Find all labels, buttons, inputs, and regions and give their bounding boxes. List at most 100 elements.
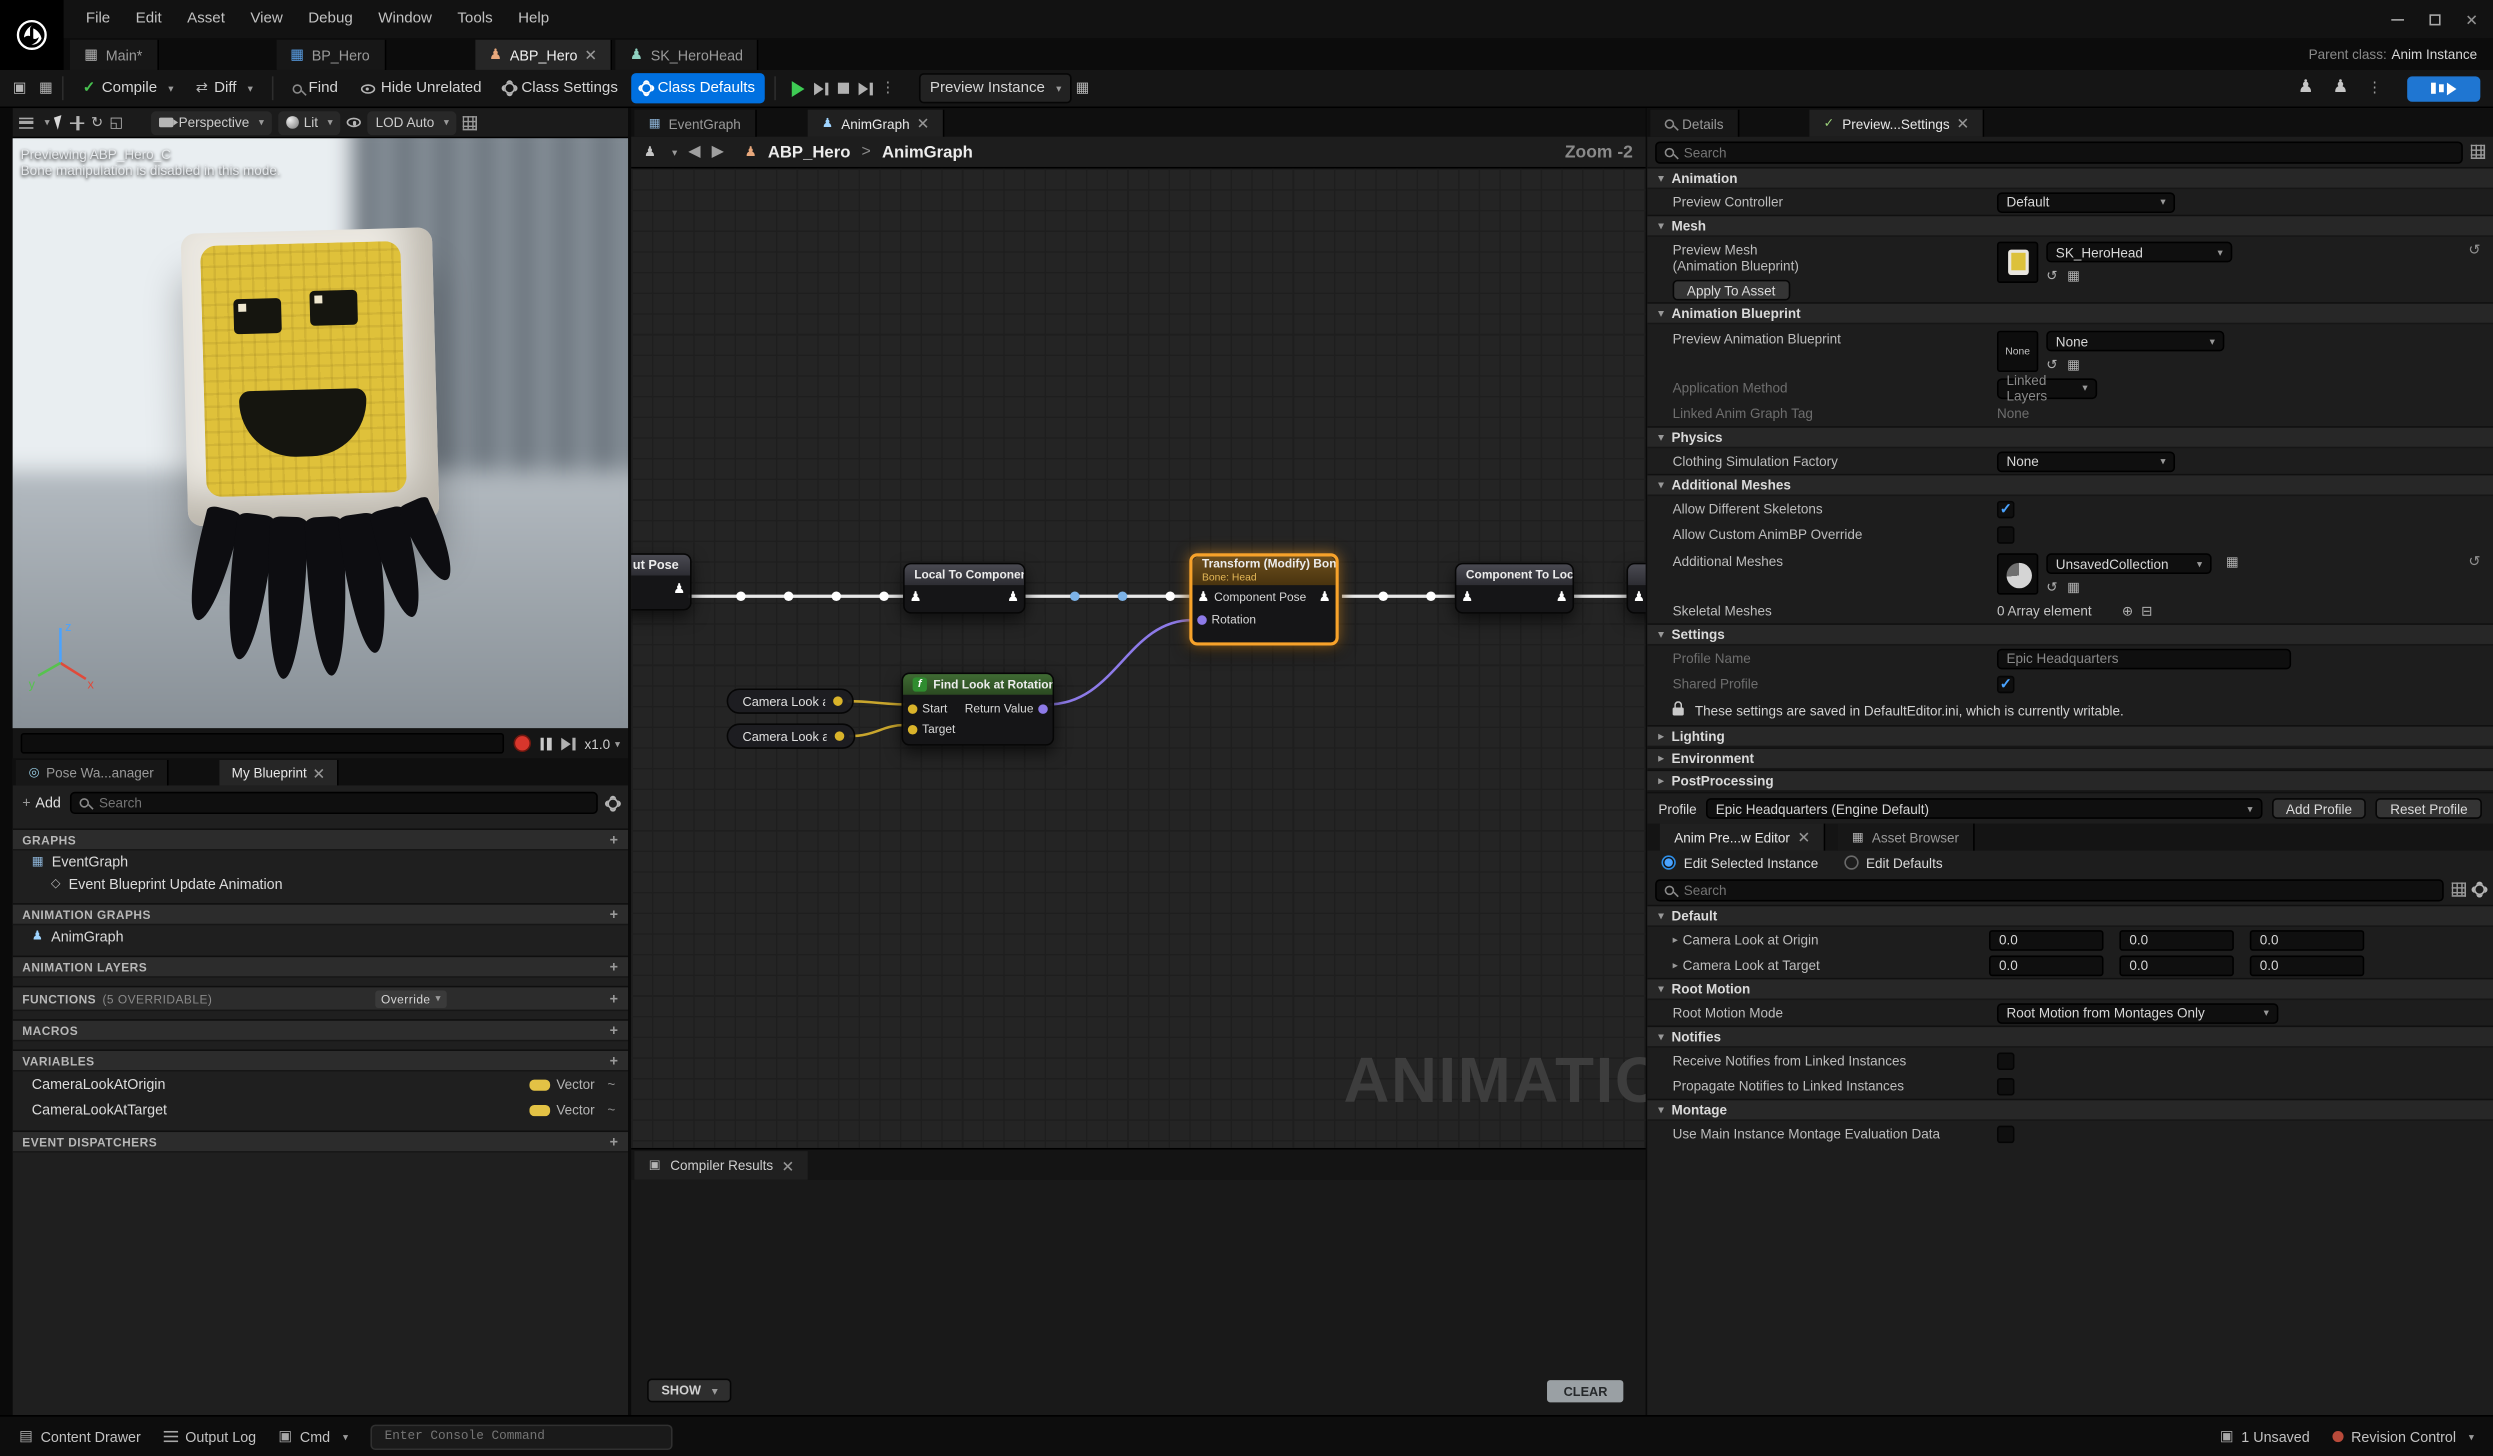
variable-row[interactable]: CameraLookAtTarget Vector ~ bbox=[13, 1097, 628, 1122]
allow-different-skeletons-checkbox[interactable]: ✓ bbox=[1997, 501, 2014, 518]
cmd-dropdown[interactable]: ▣ Cmd▾ bbox=[278, 1429, 348, 1445]
expand-icon[interactable]: ▸ bbox=[1673, 934, 1678, 947]
menu-edit[interactable]: Edit bbox=[123, 0, 174, 38]
node-find-look-at-rotation[interactable]: f Find Look at Rotation Start Target Ret… bbox=[902, 673, 1055, 746]
section-event-dispatchers[interactable]: EVENT DISPATCHERS + bbox=[13, 1130, 628, 1152]
section-animation[interactable]: ▾Animation bbox=[1647, 167, 2493, 189]
vector-output-pin[interactable] bbox=[833, 696, 843, 706]
use-main-montage-checkbox[interactable]: ✓ bbox=[1997, 1125, 2014, 1142]
target-pin[interactable]: Target bbox=[908, 722, 955, 736]
use-selected-icon[interactable]: ↺ bbox=[2046, 267, 2057, 284]
section-macros[interactable]: MACROS + bbox=[13, 1019, 628, 1041]
receive-notifies-checkbox[interactable]: ✓ bbox=[1997, 1052, 2014, 1069]
tab-eventgraph[interactable]: ▦ EventGraph bbox=[634, 110, 756, 137]
skeleton-icon[interactable]: ♟ bbox=[2333, 79, 2349, 96]
variable-row[interactable]: CameraLookAtOrigin Vector ~ bbox=[13, 1072, 628, 1097]
filter-gear-icon[interactable] bbox=[607, 797, 618, 808]
node-output-pose-clipped[interactable]: ♟ bbox=[1627, 563, 1646, 614]
preview-mesh-dropdown[interactable]: SK_HeroHead▾ bbox=[2046, 242, 2232, 263]
debug-object-icon[interactable]: ▦ bbox=[1076, 81, 1090, 95]
graph-canvas[interactable]: ANIMATION ut Pose ♟ bbox=[631, 169, 1645, 1148]
class-settings-button[interactable]: Class Settings bbox=[494, 73, 627, 103]
close-window-icon[interactable] bbox=[2466, 14, 2477, 25]
section-animation-blueprint[interactable]: ▾Animation Blueprint bbox=[1647, 303, 2493, 325]
section-animation-layers[interactable]: ANIMATION LAYERS + bbox=[13, 956, 628, 978]
section-root-motion[interactable]: ▾Root Motion bbox=[1647, 978, 2493, 1000]
content-drawer-button[interactable]: ▤ Content Drawer bbox=[19, 1429, 141, 1445]
menu-help[interactable]: Help bbox=[505, 0, 562, 38]
add-array-element-icon[interactable]: ⊕ bbox=[2122, 602, 2133, 619]
instance-editable-icon[interactable]: ~ bbox=[607, 1102, 615, 1118]
add-macro-icon[interactable]: + bbox=[610, 1022, 619, 1038]
pose-input-pin[interactable]: ♟ bbox=[1461, 590, 1473, 604]
minimize-icon[interactable] bbox=[2391, 18, 2404, 20]
section-settings[interactable]: ▾Settings bbox=[1647, 624, 2493, 646]
origin-x-field[interactable]: 0.0 bbox=[1989, 930, 2103, 951]
tab-abp-hero[interactable]: ♟ ABP_Hero bbox=[475, 40, 613, 70]
additional-meshes-dropdown[interactable]: UnsavedCollection▾ bbox=[2046, 554, 2211, 575]
tab-compiler-results[interactable]: ▣ Compiler Results bbox=[634, 1151, 808, 1180]
menu-asset[interactable]: Asset bbox=[174, 0, 237, 38]
debug-filter-icon[interactable]: ♟ bbox=[644, 145, 656, 159]
preview-controller-dropdown[interactable]: Default▾ bbox=[1997, 192, 2175, 213]
search-input[interactable] bbox=[1681, 881, 2435, 900]
tab-details[interactable]: Details bbox=[1650, 110, 1739, 137]
breadcrumb-current[interactable]: AnimGraph bbox=[882, 142, 973, 161]
preview-ab-thumbnail[interactable]: None bbox=[1997, 331, 2038, 372]
reset-to-default-icon[interactable]: ↺ bbox=[2468, 554, 2480, 571]
compile-button[interactable]: ✓ Compile▾ bbox=[73, 73, 183, 103]
settings-gear-icon[interactable] bbox=[2474, 885, 2485, 896]
back-icon[interactable]: ◀ bbox=[688, 143, 700, 160]
node-local-to-component[interactable]: Local To Component ♟ ♟ bbox=[903, 563, 1025, 614]
section-environment[interactable]: ▸Environment bbox=[1647, 748, 2493, 770]
search-input[interactable] bbox=[96, 793, 588, 812]
maximize-icon[interactable] bbox=[2429, 14, 2440, 25]
section-postprocessing[interactable]: ▸PostProcessing bbox=[1647, 770, 2493, 792]
close-tab-icon[interactable] bbox=[1798, 832, 1809, 843]
add-dispatcher-icon[interactable]: + bbox=[610, 1134, 619, 1150]
primary-blue-button[interactable] bbox=[2407, 76, 2480, 101]
add-animation-layer-icon[interactable]: + bbox=[610, 959, 619, 975]
select-tool-icon[interactable] bbox=[54, 115, 65, 130]
root-motion-mode-dropdown[interactable]: Root Motion from Montages Only▾ bbox=[1997, 1003, 2278, 1024]
node-component-to-local[interactable]: Component To Local ♟ ♟ bbox=[1455, 563, 1574, 614]
browse-to-asset-icon[interactable]: ▦ bbox=[2067, 579, 2080, 596]
additional-meshes-thumbnail[interactable] bbox=[1997, 554, 2038, 595]
item-event-update-animation[interactable]: ◇ Event Blueprint Update Animation bbox=[13, 873, 628, 895]
add-animation-graph-icon[interactable]: + bbox=[610, 906, 619, 922]
section-lighting[interactable]: ▸Lighting bbox=[1647, 726, 2493, 748]
tab-sk-herohead[interactable]: ♟ SK_HeroHead bbox=[616, 40, 759, 70]
node-get-camera-look-at-target[interactable]: Camera Look at Target bbox=[727, 723, 856, 748]
add-variable-icon[interactable]: + bbox=[610, 1053, 619, 1069]
show-filter-dropdown[interactable]: SHOW▾ bbox=[647, 1378, 732, 1402]
details-search[interactable] bbox=[1655, 141, 2463, 163]
expand-icon[interactable]: ▸ bbox=[1673, 959, 1678, 972]
pose-output-pin[interactable]: ♟ bbox=[1556, 590, 1568, 604]
pause-button[interactable] bbox=[540, 737, 551, 750]
stop-button[interactable] bbox=[838, 83, 849, 94]
step-frame-button[interactable] bbox=[561, 737, 575, 750]
step-forward-button[interactable] bbox=[858, 82, 872, 95]
pose-input-pin[interactable]: ♟ bbox=[1633, 590, 1645, 604]
menu-tools[interactable]: Tools bbox=[445, 0, 506, 38]
unsaved-button[interactable]: ▣ 1 Unsaved bbox=[2220, 1429, 2310, 1445]
application-method-dropdown[interactable]: Linked Layers▾ bbox=[1997, 378, 2097, 399]
breadcrumb-root[interactable]: ABP_Hero bbox=[768, 142, 851, 161]
instance-editable-icon[interactable]: ~ bbox=[607, 1076, 615, 1092]
character-icon[interactable]: ♟ bbox=[2298, 79, 2314, 96]
tab-main-level[interactable]: ▦ Main* bbox=[70, 40, 158, 70]
section-animation-graphs[interactable]: ANIMATION GRAPHS + bbox=[13, 903, 628, 925]
save-icon[interactable]: ▣ bbox=[13, 81, 27, 95]
play-button[interactable] bbox=[792, 80, 805, 96]
start-pin[interactable]: Start bbox=[908, 701, 948, 715]
rotation-pin[interactable]: Rotation bbox=[1197, 612, 1256, 626]
delete-array-icon[interactable]: ⊟ bbox=[2141, 602, 2152, 619]
browse-to-asset-icon[interactable]: ▦ bbox=[2067, 357, 2080, 374]
move-tool-icon[interactable] bbox=[70, 115, 84, 129]
section-default[interactable]: ▾Default bbox=[1647, 905, 2493, 927]
browse-to-asset-icon[interactable]: ▦ bbox=[2067, 267, 2080, 284]
my-blueprint-search[interactable] bbox=[70, 792, 597, 814]
lit-dropdown[interactable]: Lit▾ bbox=[278, 111, 340, 135]
menu-view[interactable]: View bbox=[238, 0, 296, 38]
tab-anim-preview-editor[interactable]: Anim Pre...w Editor bbox=[1660, 824, 1825, 851]
